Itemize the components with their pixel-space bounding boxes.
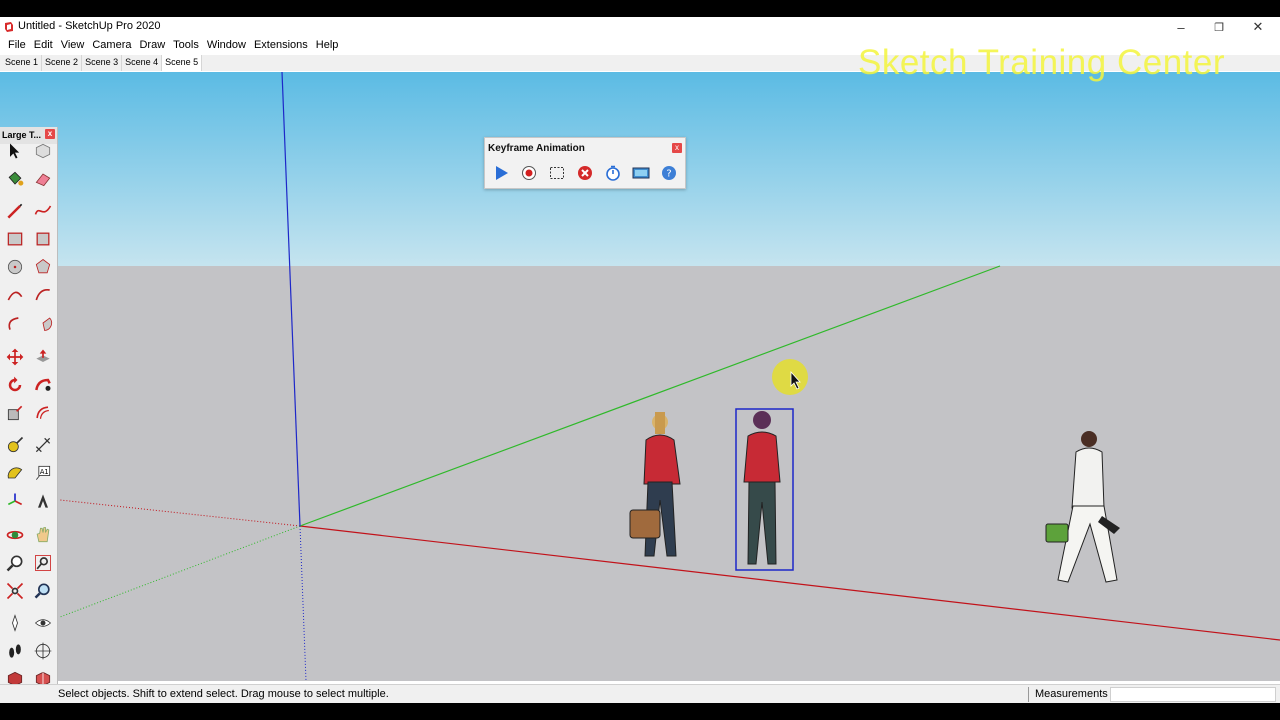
select-scenes-icon[interactable] (547, 163, 567, 183)
tab-scene-4[interactable]: Scene 4 (122, 55, 163, 71)
zoom-extents-icon[interactable] (3, 579, 27, 603)
panel-title: Keyframe Animation (488, 143, 585, 154)
paint-bucket-icon[interactable] (3, 167, 27, 191)
follow-me-icon[interactable] (31, 373, 55, 397)
tab-scene-1[interactable]: Scene 1 (2, 55, 43, 71)
position-camera-icon[interactable] (3, 611, 27, 635)
orbit-icon[interactable] (3, 523, 27, 547)
watermark-text: Sketch Training Center (858, 43, 1226, 82)
menu-tools[interactable]: Tools (169, 37, 203, 55)
menu-edit[interactable]: Edit (30, 37, 57, 55)
eraser-icon[interactable] (31, 167, 55, 191)
push-pull-icon[interactable] (31, 345, 55, 369)
polygon-icon[interactable] (31, 255, 55, 279)
tape-measure-icon[interactable] (3, 433, 27, 457)
dimension-icon[interactable] (31, 433, 55, 457)
text-icon[interactable]: A1 (31, 461, 55, 485)
sketchup-window: Untitled - SketchUp Pro 2020 – ❐ ✕ File … (0, 17, 1280, 703)
previous-view-icon[interactable] (31, 579, 55, 603)
offset-icon[interactable] (31, 401, 55, 425)
toolbar-close-icon[interactable]: x (45, 129, 55, 139)
play-icon[interactable] (491, 163, 511, 183)
minimize-icon[interactable]: – (1162, 17, 1200, 37)
zoom-icon[interactable] (3, 551, 27, 575)
menu-help[interactable]: Help (312, 37, 343, 55)
three-point-arc-icon[interactable] (3, 311, 27, 335)
menu-draw[interactable]: Draw (135, 37, 169, 55)
select-icon[interactable] (3, 139, 27, 163)
title-bar: Untitled - SketchUp Pro 2020 – ❐ ✕ (0, 17, 1280, 37)
make-component-icon[interactable] (31, 139, 55, 163)
look-around-icon[interactable] (31, 611, 55, 635)
menu-view[interactable]: View (57, 37, 89, 55)
measurements-input[interactable] (1110, 687, 1276, 702)
svg-text:A1: A1 (40, 468, 49, 476)
rectangle-icon[interactable] (3, 227, 27, 251)
move-icon[interactable] (3, 345, 27, 369)
circle-icon[interactable] (3, 255, 27, 279)
record-icon[interactable] (519, 163, 539, 183)
scale-icon[interactable] (3, 401, 27, 425)
help-icon[interactable]: ? (659, 163, 679, 183)
freehand-icon[interactable] (31, 199, 55, 223)
menu-extensions[interactable]: Extensions (250, 37, 312, 55)
pan-icon[interactable] (31, 523, 55, 547)
tab-scene-2[interactable]: Scene 2 (42, 55, 83, 71)
tab-scene-3[interactable]: Scene 3 (82, 55, 123, 71)
panel-close-icon[interactable]: x (672, 143, 682, 153)
status-bar: Select objects. Shift to extend select. … (0, 684, 1280, 703)
delete-icon[interactable] (575, 163, 595, 183)
keyframe-animation-panel: Keyframe Animation x ? (484, 137, 686, 189)
protractor-icon[interactable] (3, 461, 27, 485)
restore-icon[interactable]: ❐ (1200, 17, 1238, 37)
rotated-rectangle-icon[interactable] (31, 227, 55, 251)
section-plane-icon[interactable] (31, 639, 55, 663)
arc-icon[interactable] (3, 283, 27, 307)
line-icon[interactable] (3, 199, 27, 223)
status-separator (1028, 687, 1029, 702)
walk-icon[interactable] (3, 639, 27, 663)
pie-icon[interactable] (31, 311, 55, 335)
status-message: Select objects. Shift to extend select. … (58, 688, 389, 700)
menu-file[interactable]: File (4, 37, 30, 55)
3d-text-icon[interactable] (31, 489, 55, 513)
axes-icon[interactable] (3, 489, 27, 513)
timer-icon[interactable] (603, 163, 623, 183)
menu-camera[interactable]: Camera (88, 37, 135, 55)
tab-scene-5[interactable]: Scene 5 (162, 55, 203, 71)
zoom-window-icon[interactable] (31, 551, 55, 575)
cursor-highlight (772, 359, 808, 395)
measurements-label: Measurements (1035, 688, 1108, 700)
svg-text:?: ? (666, 169, 671, 180)
two-point-arc-icon[interactable] (31, 283, 55, 307)
menu-window[interactable]: Window (203, 37, 250, 55)
close-icon[interactable]: ✕ (1239, 17, 1277, 37)
rotate-icon[interactable] (3, 373, 27, 397)
sketchup-logo-icon (5, 22, 13, 32)
export-video-icon[interactable] (631, 163, 651, 183)
window-title: Untitled - SketchUp Pro 2020 (18, 20, 161, 32)
large-tool-set-toolbar: Large T... x A1 (0, 127, 58, 703)
